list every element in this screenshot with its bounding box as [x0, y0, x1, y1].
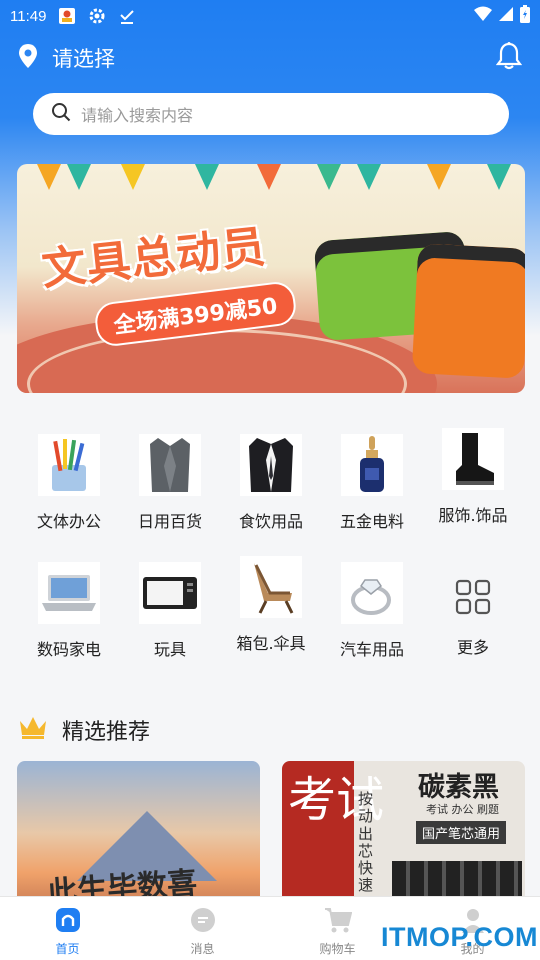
category-label: 文体办公	[36, 512, 101, 531]
category-item-clothing[interactable]: 服饰.饰品	[422, 428, 524, 526]
category-label: 玩具	[153, 640, 186, 659]
banner-title: 文具总动员	[39, 221, 269, 296]
watermark: ITMOP.COM	[381, 922, 539, 952]
category-label: 日用百货	[137, 512, 202, 531]
status-bar: 11:49	[0, 0, 540, 32]
category-item-toys[interactable]: 玩具	[119, 562, 221, 660]
pencil-cup-icon	[38, 434, 100, 496]
category-label: 五金电料	[339, 512, 404, 531]
serum-bottle-icon	[341, 434, 403, 496]
bunting-flag	[257, 164, 281, 190]
category-item-more[interactable]: 更多	[422, 566, 524, 658]
nav-messages[interactable]: 消息	[135, 897, 270, 960]
orange-pencil-case	[411, 243, 525, 379]
nav-label: 购物车	[319, 942, 356, 956]
bunting-flag	[427, 164, 451, 190]
category-item-auto[interactable]: 汽车用品	[321, 562, 423, 660]
bunting-flag	[317, 164, 341, 190]
lounge-chair-icon	[240, 556, 302, 618]
product-tags: 考试 办公 刷题	[426, 803, 499, 816]
category-item-stationery[interactable]: 文体办公	[18, 434, 120, 532]
category-label: 数码家电	[36, 640, 101, 659]
category-item-digital[interactable]: 数码家电	[18, 562, 120, 660]
message-icon	[190, 907, 216, 937]
nav-label: 消息	[190, 942, 215, 956]
download-done-icon	[118, 7, 136, 25]
ring-icon	[341, 562, 403, 624]
category-item-hardware[interactable]: 五金电料	[321, 434, 423, 532]
category-label: 汽车用品	[339, 640, 404, 659]
search-bar[interactable]: 请输入搜索内容	[33, 93, 509, 135]
category-item-luggage[interactable]: 箱包.伞具	[220, 556, 322, 654]
nav-home[interactable]: 首页	[0, 897, 135, 960]
category-label: 箱包.伞具	[236, 634, 306, 653]
bunting-flag	[67, 164, 91, 190]
category-label: 更多	[456, 638, 489, 657]
bunting-flag	[195, 164, 219, 190]
product-vertical-text: 按动出芯快速	[358, 790, 374, 895]
suit-icon	[240, 434, 302, 496]
bunting-flag	[487, 164, 511, 190]
search-input[interactable]: 请输入搜索内容	[81, 102, 193, 126]
laptop-icon	[38, 562, 100, 624]
header: 请选择	[0, 38, 540, 78]
bell-icon[interactable]	[495, 42, 523, 74]
app-notification-icon	[58, 7, 76, 25]
category-item-daily[interactable]: 日用百货	[119, 434, 221, 532]
signal-icon	[498, 6, 514, 26]
category-item-food[interactable]: 食饮用品	[220, 434, 322, 532]
bunting-flag	[37, 164, 61, 190]
category-label: 服饰.饰品	[438, 506, 508, 525]
microwave-icon	[139, 562, 201, 624]
search-icon	[51, 102, 71, 126]
settings-icon	[88, 7, 106, 25]
location-pin-icon[interactable]	[18, 44, 38, 72]
nav-label: 首页	[55, 942, 80, 956]
promo-banner[interactable]: 文具总动员 全场满399减50	[17, 164, 525, 393]
battery-icon	[520, 5, 530, 27]
bunting-flag	[357, 164, 381, 190]
section-header: 精选推荐	[18, 714, 150, 746]
category-label: 食饮用品	[238, 512, 303, 531]
grid-icon	[442, 566, 504, 628]
location-selector[interactable]: 请选择	[52, 43, 115, 73]
cart-icon	[324, 907, 352, 937]
boot-icon	[442, 428, 504, 490]
status-time: 11:49	[10, 7, 47, 25]
product-band: 国产笔芯通用	[416, 821, 507, 844]
crown-icon	[18, 715, 48, 745]
section-title: 精选推荐	[62, 720, 151, 745]
bunting-flag	[121, 164, 145, 190]
product-brand: 碳素黑	[418, 772, 499, 803]
blazer-icon	[139, 434, 201, 496]
home-icon	[55, 907, 81, 937]
wifi-icon	[474, 6, 492, 26]
